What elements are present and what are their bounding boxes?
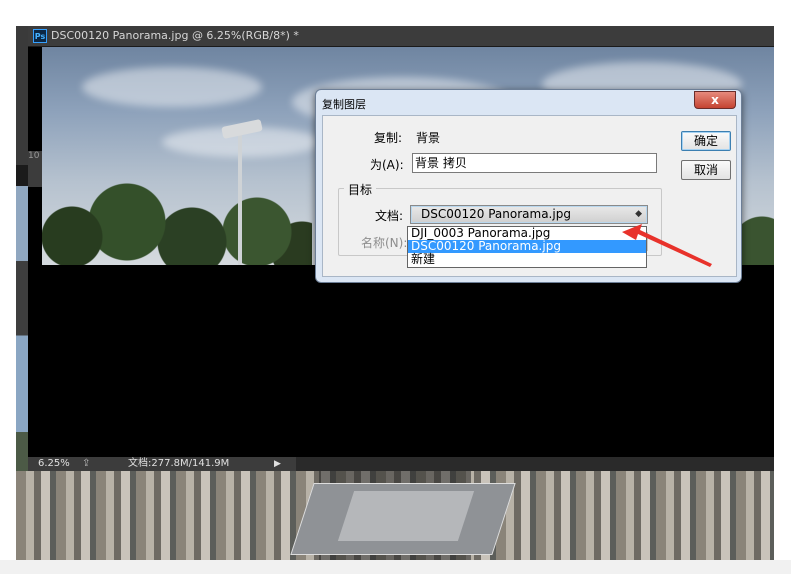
document-select[interactable]: DSC00120 Panorama.jpg ◆: [410, 205, 648, 224]
layer-name-input[interactable]: 背景 拷贝: [412, 153, 657, 173]
close-button[interactable]: x: [694, 91, 736, 109]
dropdown-option[interactable]: 新建: [408, 253, 646, 266]
document-size-info: 文档:277.8M/141.9M: [128, 458, 230, 469]
red-arrow-annotation: [622, 224, 712, 267]
duplicate-label: 复制:: [374, 131, 403, 145]
zoom-level[interactable]: 6.25%: [38, 457, 70, 471]
status-menu-arrow[interactable]: ▶: [274, 457, 281, 471]
document-tab[interactable]: Ps DSC00120 Panorama.jpg @ 6.25%(RGB/8*)…: [28, 26, 774, 47]
close-icon: x: [711, 93, 719, 107]
target-group-title: 目标: [344, 181, 377, 198]
export-icon[interactable]: ⇪: [82, 457, 90, 471]
as-label: 为(A):: [370, 158, 404, 172]
left-strip-label: 10: [28, 151, 42, 187]
ok-button[interactable]: 确定: [681, 131, 731, 151]
name-label: 名称(N):: [361, 236, 408, 250]
dropdown-option-selected[interactable]: DSC00120 Panorama.jpg: [408, 240, 646, 253]
photoshop-icon: Ps: [33, 29, 47, 43]
panorama-image-bottom: [16, 471, 774, 560]
document-select-value: DSC00120 Panorama.jpg: [421, 207, 571, 221]
updown-arrow-icon: ◆: [635, 209, 642, 219]
document-dropdown-list[interactable]: DJI_0003 Panorama.jpg DSC00120 Panorama.…: [407, 226, 647, 268]
status-bar: 6.25% ⇪ 文档:277.8M/141.9M ▶: [28, 457, 774, 471]
cancel-button[interactable]: 取消: [681, 160, 731, 180]
document-label: 文档:: [375, 209, 404, 223]
document-tab-title: DSC00120 Panorama.jpg @ 6.25%(RGB/8*) *: [51, 29, 299, 42]
duplicate-value: 背景: [416, 131, 441, 145]
dialog-title: 复制图层: [322, 98, 366, 111]
